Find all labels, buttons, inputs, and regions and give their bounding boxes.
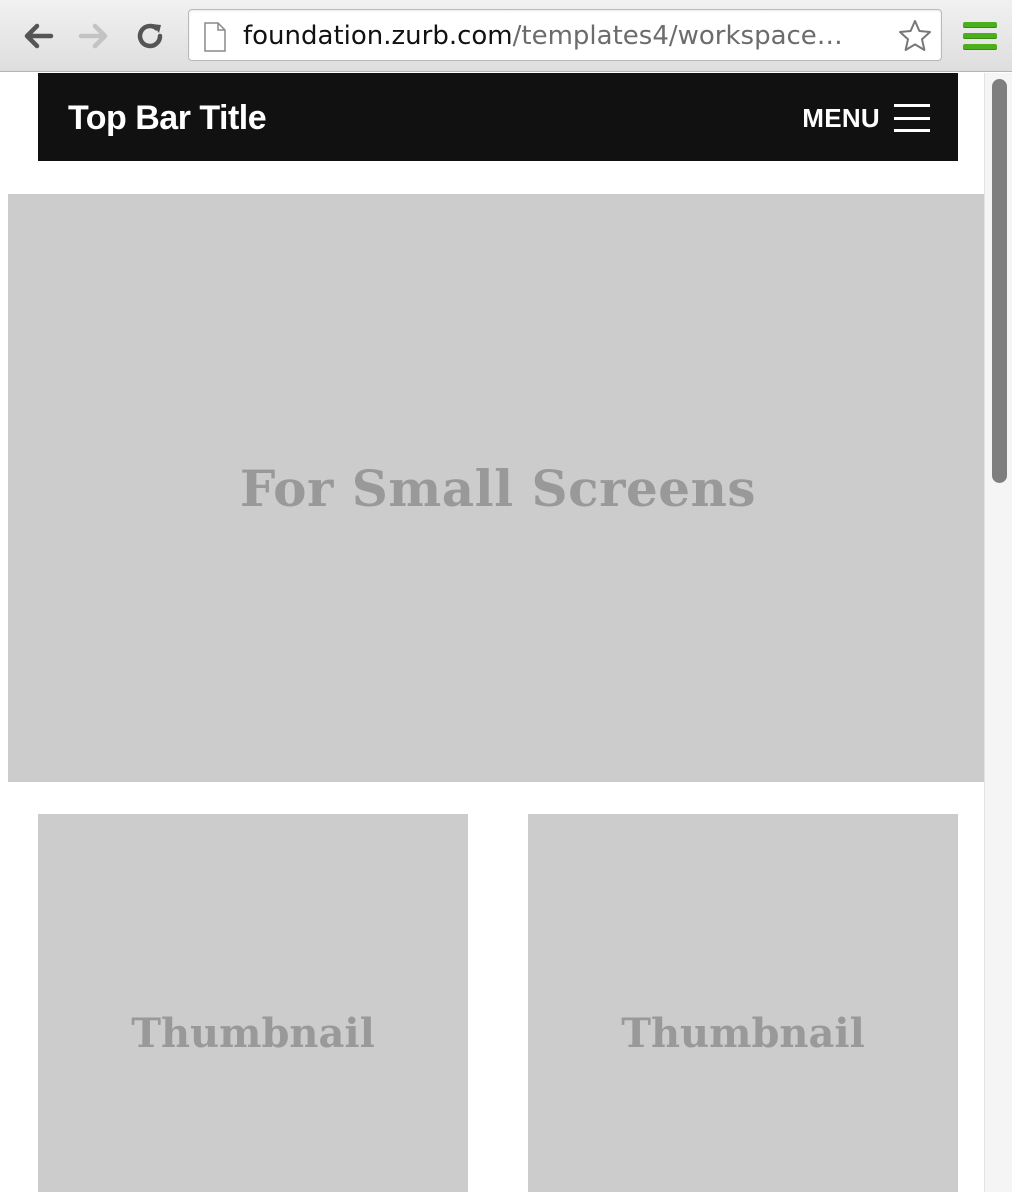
hamburger-menu-icon[interactable] <box>960 18 1000 54</box>
top-bar-title[interactable]: Top Bar Title <box>68 99 267 138</box>
url-path: /templates4/workspace… <box>512 21 843 51</box>
document-icon <box>204 22 226 52</box>
url-host: foundation.zurb.com <box>243 21 513 51</box>
top-bar: Top Bar Title MENU <box>38 73 958 161</box>
url-text[interactable]: foundation.zurb.com/templates4/workspace… <box>243 20 893 52</box>
menu-toggle-button[interactable]: MENU <box>802 101 930 135</box>
back-button[interactable] <box>18 14 58 58</box>
hero-placeholder: For Small Screens <box>8 194 988 782</box>
reload-icon <box>137 23 163 49</box>
star-icon[interactable] <box>897 18 933 54</box>
menu-label: MENU <box>802 102 880 133</box>
address-bar[interactable]: foundation.zurb.com/templates4/workspace… <box>188 9 942 61</box>
vertical-scrollbar[interactable] <box>984 73 1012 1192</box>
browser-toolbar: foundation.zurb.com/templates4/workspace… <box>0 0 1012 72</box>
menu-icon <box>894 104 930 132</box>
back-arrow-icon <box>24 23 54 49</box>
reload-button[interactable] <box>130 14 170 58</box>
page-viewport: Top Bar Title MENU For Small Screens Thu… <box>0 73 1012 1192</box>
page-content: Top Bar Title MENU For Small Screens Thu… <box>0 73 988 1192</box>
forward-button[interactable] <box>74 14 114 58</box>
scrollbar-thumb[interactable] <box>992 79 1007 483</box>
thumbnail-text: Thumbnail <box>621 1010 865 1057</box>
thumbnail-text: Thumbnail <box>131 1010 375 1057</box>
hero-text: For Small Screens <box>239 458 757 518</box>
forward-arrow-icon <box>78 23 108 49</box>
thumbnail-placeholder: Thumbnail <box>38 814 468 1192</box>
thumbnail-placeholder: Thumbnail <box>528 814 958 1192</box>
